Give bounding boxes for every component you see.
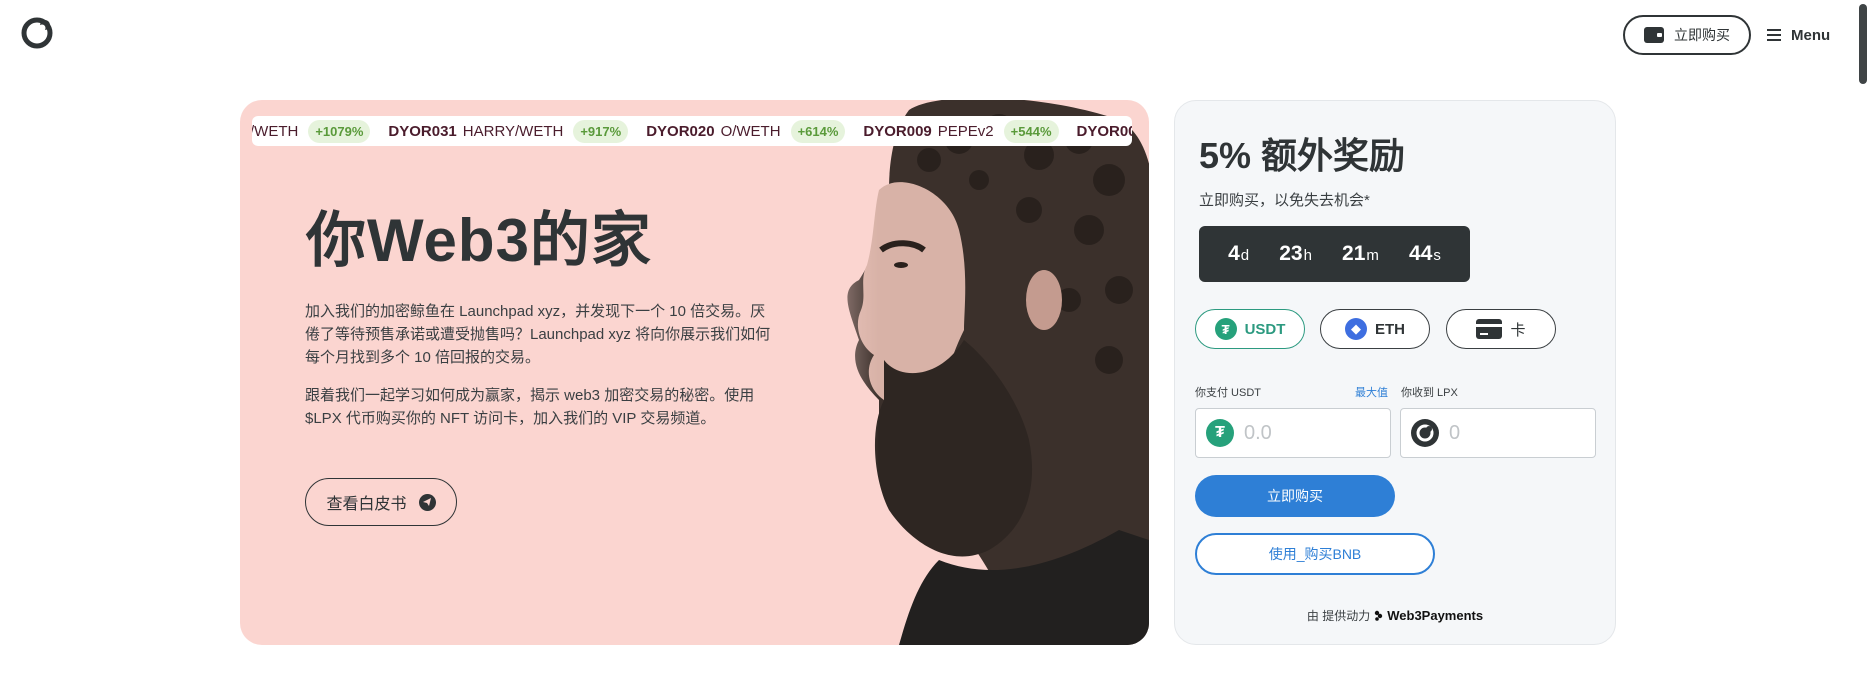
wallet-icon <box>1644 27 1664 43</box>
ticker-change: +1079% <box>308 119 371 143</box>
ticker-item[interactable]: /WETH +1079% <box>252 119 371 143</box>
receive-amount-field <box>1400 408 1596 458</box>
hero-paragraph-2: 跟着我们一起学习如何成为赢家，揭示 web3 加密交易的秘密。使用 $LPX 代… <box>305 387 755 427</box>
page-scrollbar-track <box>1857 0 1869 695</box>
countdown-days: 4d <box>1228 242 1250 265</box>
lpx-token-icon <box>1411 419 1439 447</box>
ticker-pair: /WETH <box>252 122 299 140</box>
hero-title: 你Web3的家 <box>306 207 652 274</box>
eth-icon: ◆ <box>1345 318 1367 340</box>
buy-now-button[interactable]: 立即购买 <box>1195 475 1395 517</box>
countdown-minutes: 21m <box>1342 242 1379 265</box>
buy-with-bnb-button[interactable]: 使用_购买BNB <box>1195 533 1435 575</box>
ticker-change: +614% <box>790 119 846 143</box>
telegram-icon <box>418 493 436 511</box>
receive-amount-label: 你收到 LPX <box>1401 387 1458 399</box>
ticker-pair: O/WETH <box>720 122 781 140</box>
ticker-symbol: DYOR031 <box>388 122 457 140</box>
view-whitepaper-button[interactable]: 查看白皮书 <box>305 478 457 526</box>
countdown-hours: 23h <box>1279 242 1312 265</box>
pay-amount-input[interactable] <box>1244 421 1374 445</box>
hamburger-icon <box>1767 29 1781 41</box>
ticker-symbol: DYOR020 <box>646 122 715 140</box>
web3payments-icon <box>1375 610 1383 621</box>
presale-subline: 立即购买，以免失去机会* <box>1199 192 1370 209</box>
pay-amount-field: ₮ <box>1195 408 1391 458</box>
usdt-icon: ₮ <box>1214 318 1237 340</box>
usdt-icon: ₮ <box>1206 419 1234 447</box>
ticker-item[interactable]: DYOR001 <box>1077 123 1133 140</box>
buy-now-header-label: 立即购买 <box>1674 27 1730 43</box>
powered-by-prefix: 由 提供动力 <box>1306 609 1371 623</box>
hero-section: /WETH +1079% DYOR031 HARRY/WETH +917% DY… <box>240 100 1149 645</box>
page-scrollbar-thumb[interactable] <box>1859 4 1867 84</box>
view-whitepaper-label: 查看白皮书 <box>326 496 407 513</box>
credit-card-icon <box>1476 319 1503 339</box>
receive-amount-input[interactable] <box>1449 421 1579 445</box>
ticker-symbol: DYOR009 <box>863 122 932 140</box>
countdown-timer: 4d 23h 21m 44s <box>1199 226 1470 282</box>
pay-card-button[interactable]: 卡 <box>1446 309 1556 349</box>
ticker-item[interactable]: DYOR009 PEPEv2 +544% <box>863 119 1059 143</box>
max-amount-link[interactable]: 最大值 <box>1355 384 1388 400</box>
site-logo[interactable] <box>20 16 54 50</box>
buy-now-header-button[interactable]: 立即购买 <box>1623 15 1751 55</box>
ticker-item[interactable]: DYOR031 HARRY/WETH +917% <box>388 119 629 143</box>
pay-usdt-button[interactable]: ₮ USDT <box>1195 309 1305 349</box>
menu-label: Menu <box>1791 26 1831 44</box>
pay-eth-button[interactable]: ◆ ETH <box>1320 309 1430 349</box>
ticker-symbol: DYOR001 <box>1076 122 1133 140</box>
price-ticker: /WETH +1079% DYOR031 HARRY/WETH +917% DY… <box>252 116 1132 146</box>
hero-portrait-image <box>789 100 1149 645</box>
ticker-pair: PEPEv2 <box>937 122 994 140</box>
presale-widget: 5% 额外奖励 立即购买，以免失去机会* 4d 23h 21m 44s ₮ US… <box>1174 100 1616 645</box>
pay-card-label: 卡 <box>1510 321 1526 339</box>
ticker-change: +544% <box>1003 119 1059 143</box>
pay-usdt-label: USDT <box>1244 320 1286 338</box>
countdown-seconds: 44s <box>1409 242 1441 265</box>
bonus-title: 5% 额外奖励 <box>1199 135 1406 176</box>
menu-button[interactable]: Menu <box>1767 22 1830 48</box>
ticker-item[interactable]: DYOR020 O/WETH +614% <box>646 119 846 143</box>
pay-amount-label: 你支付 USDT <box>1195 387 1261 399</box>
hero-paragraph-1: 加入我们的加密鲸鱼在 Launchpad xyz，并发现下一个 10 倍交易。厌… <box>305 303 771 366</box>
pay-eth-label: ETH <box>1375 320 1405 338</box>
ticker-pair: HARRY/WETH <box>462 122 564 140</box>
powered-by-brand[interactable]: Web3Payments <box>1387 608 1483 623</box>
ticker-change: +917% <box>573 119 629 143</box>
powered-by: 由 提供动力 Web3Payments <box>1175 607 1615 624</box>
